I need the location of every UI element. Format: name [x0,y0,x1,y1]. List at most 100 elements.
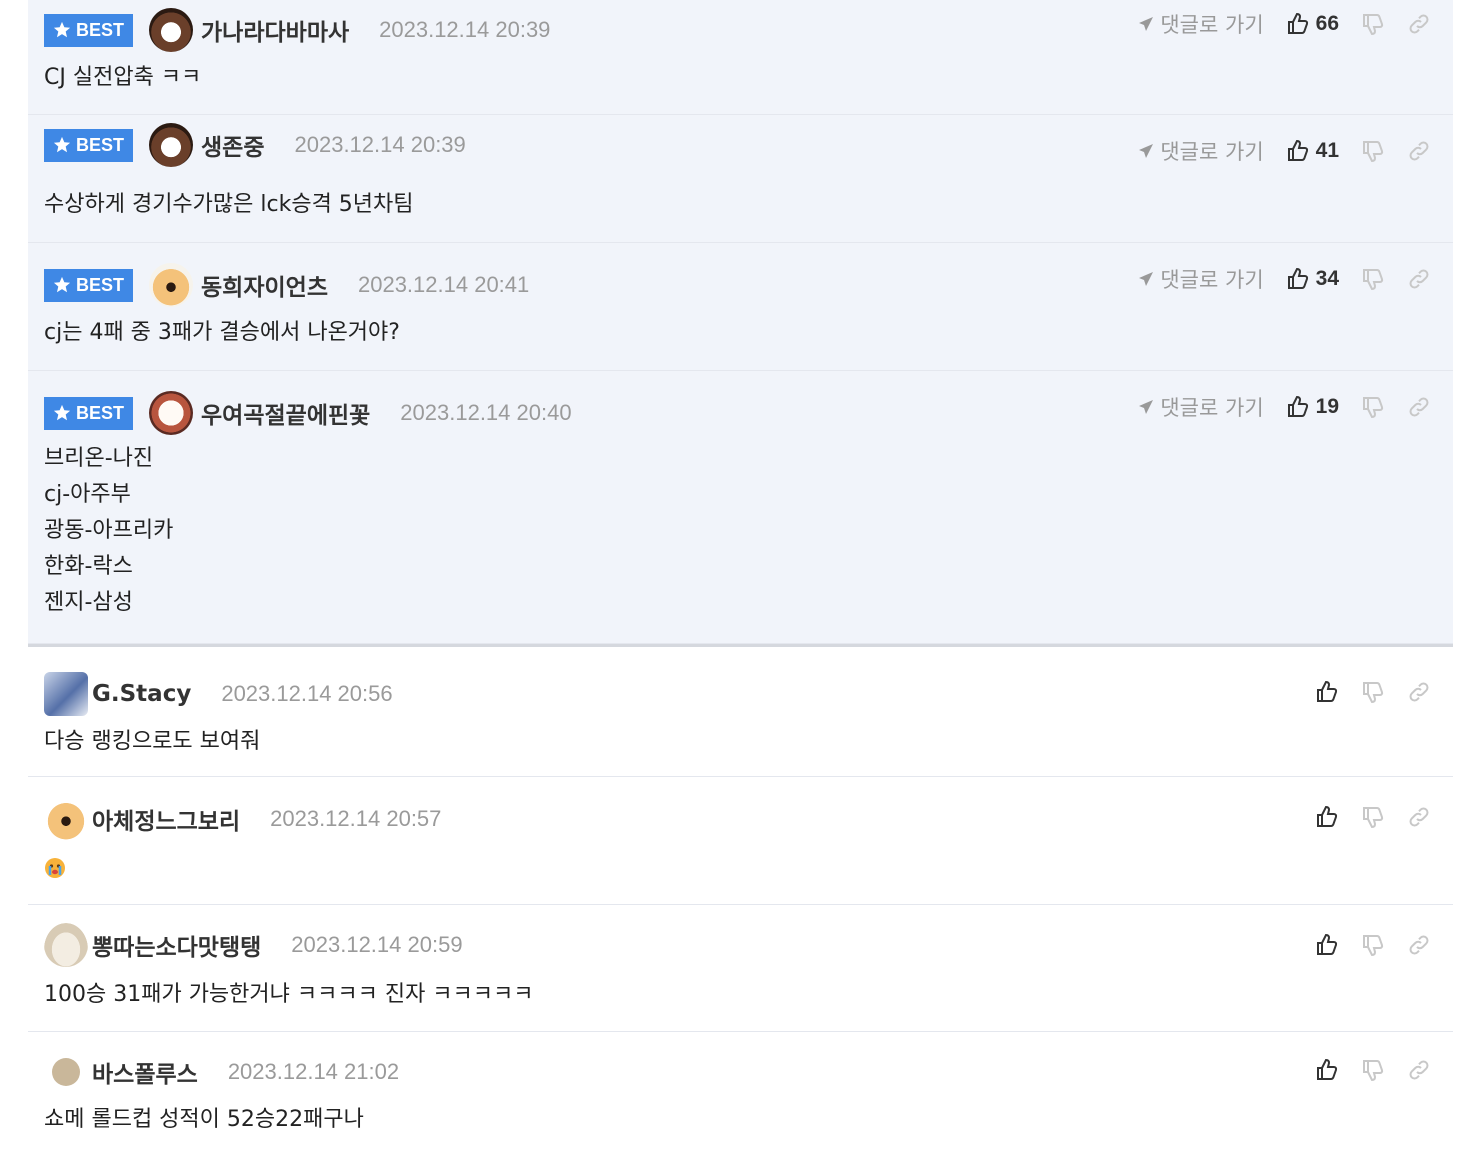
comment-date: 2023.12.14 20:41 [357,272,530,297]
comment: 아체정느그보리 2023.12.14 20:57 [28,777,1453,905]
comment-text: 100승 31패가 가능한거냐 ㅋㅋㅋㅋ 진자 ㅋㅋㅋㅋㅋ [44,982,534,1007]
link-icon[interactable] [1407,12,1431,36]
like-count: 19 [1315,395,1339,418]
best-comment: BEST 생존중 2023.12.14 20:39 댓글로 가기 41 수상하게… [28,115,1453,243]
comment-date: 2023.12.14 20:59 [291,932,463,957]
goto-comment-link[interactable]: 댓글로 가기 [1138,392,1264,422]
avatar[interactable] [44,672,88,716]
nickname[interactable]: 뽕따는소다맛탱탱 [92,928,261,962]
nickname[interactable]: 동희자이언츠 [201,268,328,302]
comment-text-line: 젠지-삼성 [44,590,133,615]
thumbs-down-icon[interactable] [1361,805,1385,829]
goto-label: 댓글로 가기 [1160,396,1264,420]
star-icon [53,276,71,293]
comment-date: 2023.12.14 21:02 [227,1059,400,1084]
link-icon[interactable] [1407,680,1431,704]
comment-list: BEST 가나라다바마사 2023.12.14 20:39 댓글로 가기 66 … [28,0,1453,1152]
link-icon[interactable] [1407,139,1431,163]
thumbs-down-icon[interactable] [1361,139,1385,163]
thumbs-down-icon[interactable] [1361,395,1385,419]
goto-label: 댓글로 가기 [1160,140,1264,164]
best-label: BEST [76,402,125,423]
comment-text-line: 한화-락스 [44,554,133,579]
goto-comment-link[interactable]: 댓글로 가기 [1138,9,1264,39]
comment: G.Stacy 2023.12.14 20:56 다승 랭킹으로도 보여줘 [28,652,1453,777]
thumbs-up-icon [1287,12,1308,34]
comment: 바스폴루스 2023.12.14 21:02 쇼메 롤드컵 성적이 52승22패… [28,1032,1453,1152]
link-icon[interactable] [1407,805,1431,829]
like-count: 41 [1315,139,1339,162]
thumbs-down-icon[interactable] [1361,933,1385,957]
thumbs-up-icon[interactable] [1315,1058,1339,1082]
thumbs-down-icon[interactable] [1361,1058,1385,1082]
nickname[interactable]: 생존중 [201,128,264,162]
like-button[interactable]: 66 [1286,12,1339,36]
nickname[interactable]: 바스폴루스 [92,1055,198,1089]
comment-text-line: 광동-아프리카 [44,518,174,543]
avatar[interactable] [149,391,194,435]
avatar[interactable] [149,263,194,307]
thumbs-up-icon [1287,395,1308,417]
avatar[interactable] [52,1058,80,1086]
link-icon[interactable] [1407,933,1431,957]
nickname[interactable]: 우여곡절끝에핀꽃 [201,396,370,430]
star-icon [53,21,71,38]
avatar[interactable] [149,123,194,167]
avatar[interactable] [44,797,88,841]
comment-text-line: 브리온-나진 [44,446,154,471]
best-label: BEST [76,134,125,155]
comment-text: 쇼메 롤드컵 성적이 52승22패구나 [44,1107,364,1132]
comment-date: 2023.12.14 20:56 [221,681,393,706]
goto-label: 댓글로 가기 [1160,13,1264,37]
thumbs-down-icon[interactable] [1361,680,1385,704]
comment-date: 2023.12.14 20:39 [379,17,551,42]
link-icon[interactable] [1407,395,1431,419]
comment-text: CJ 실전압축 ㅋㅋ [44,65,202,90]
like-button[interactable]: 41 [1286,139,1339,163]
send-arrow-icon [1139,17,1154,31]
comment: 뽕따는소다맛탱탱 2023.12.14 20:59 100승 31패가 가능한거… [28,905,1453,1032]
star-icon [53,136,71,153]
send-arrow-icon [1139,144,1154,158]
thumbs-down-icon[interactable] [1361,267,1385,291]
like-count: 66 [1315,12,1339,35]
link-icon[interactable] [1407,1058,1431,1082]
avatar[interactable] [149,8,194,52]
thumbs-up-icon [1287,267,1308,289]
goto-comment-link[interactable]: 댓글로 가기 [1138,264,1264,294]
nickname[interactable]: 가나라다바마사 [201,13,349,47]
best-divider [28,644,1453,652]
like-button[interactable]: 34 [1286,267,1339,291]
best-badge: BEST [44,396,134,430]
thumbs-up-icon[interactable] [1315,680,1339,704]
thumbs-up-icon[interactable] [1315,805,1339,829]
comment-text: cj는 4패 중 3패가 결승에서 나온거야? [44,320,400,345]
link-icon[interactable] [1407,267,1431,291]
crying-face-icon [45,858,65,878]
star-icon [53,404,71,421]
best-comment: BEST 우여곡절끝에핀꽃 2023.12.14 20:40 댓글로 가기 19… [28,371,1453,644]
best-badge: BEST [44,268,134,302]
like-count: 34 [1315,267,1339,290]
avatar[interactable] [44,923,88,967]
comment-text: 수상하게 경기수가많은 lck승격 5년차팀 [44,192,414,217]
goto-comment-link[interactable]: 댓글로 가기 [1138,136,1264,166]
nickname[interactable]: G.Stacy [92,681,191,707]
best-badge: BEST [44,128,134,162]
comment-text: 다승 랭킹으로도 보여줘 [44,729,261,754]
comment-text-line: cj-아주부 [44,482,131,507]
best-label: BEST [76,274,125,295]
nickname[interactable]: 아체정느그보리 [92,802,240,836]
best-comment: BEST 가나라다바마사 2023.12.14 20:39 댓글로 가기 66 … [28,0,1453,115]
like-button[interactable]: 19 [1286,395,1339,419]
comment-date: 2023.12.14 20:40 [400,400,572,425]
send-arrow-icon [1139,400,1154,414]
thumbs-up-icon [1287,139,1308,161]
comment-date: 2023.12.14 20:57 [270,806,442,831]
thumbs-up-icon[interactable] [1315,933,1339,957]
send-arrow-icon [1139,272,1154,286]
thumbs-down-icon[interactable] [1361,12,1385,36]
best-label: BEST [76,19,125,40]
goto-label: 댓글로 가기 [1160,268,1264,292]
best-comment: BEST 동희자이언츠 2023.12.14 20:41 댓글로 가기 34 c… [28,243,1453,371]
